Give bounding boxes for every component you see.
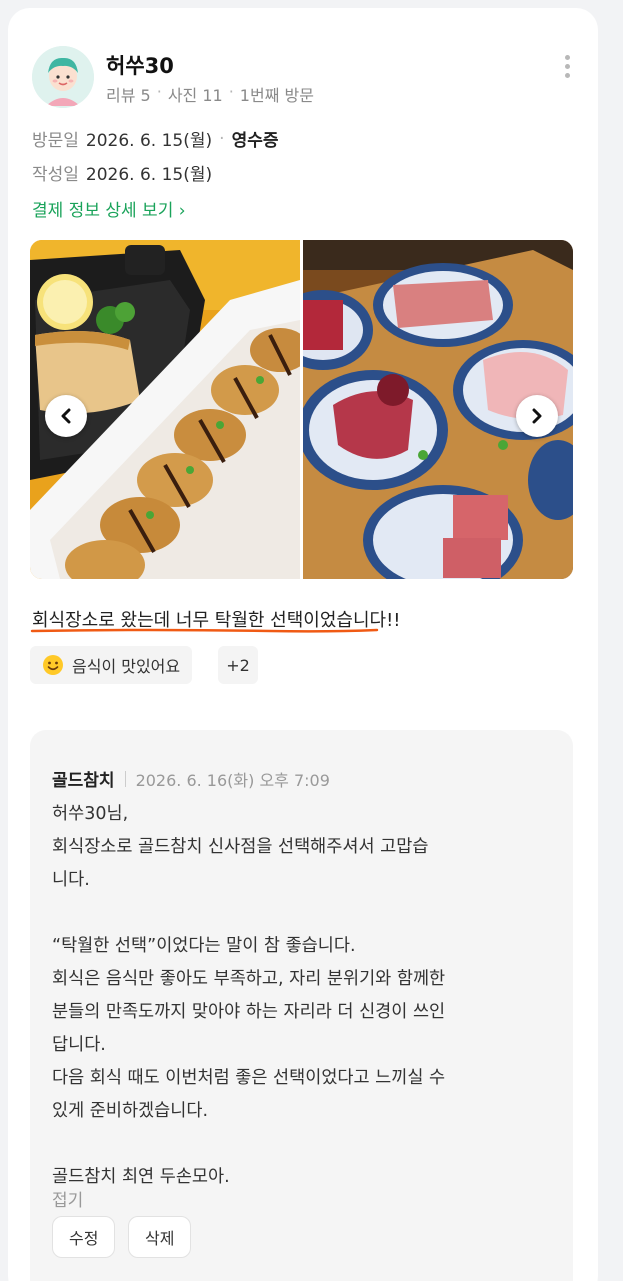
reply-line: 분들의 만족도까지 맞아야 하는 자리라 더 신경이 쓰인	[52, 1002, 446, 1022]
chevron-right-icon	[532, 408, 542, 424]
reply-line: 회식장소로 골드참치 신사점을 선택해주셔서 고맙습	[52, 837, 429, 857]
keyword-tag: 음식이 맛있어요	[30, 646, 193, 684]
photo-carousel[interactable]	[30, 240, 573, 579]
fold-button[interactable]: 접기	[52, 1186, 83, 1211]
chevron-left-icon	[61, 408, 71, 424]
review-count: 리뷰 5	[106, 86, 151, 105]
reply-line: 회식은 음식만 좋아도 부족하고, 자리 분위기와 함께한	[52, 969, 446, 989]
reply-line: 다음 회식 때도 이번처럼 좋은 선택이었다고 느끼실 수	[52, 1068, 446, 1088]
divider	[124, 770, 126, 787]
reply-line	[52, 897, 552, 930]
reply-line: 니다.	[52, 870, 90, 890]
carousel-prev-button[interactable]	[45, 395, 87, 437]
reply-header: 골드참치 2026. 6. 16(화) 오후 7:09	[52, 766, 330, 791]
reply-line: 허쑤30님,	[52, 804, 129, 824]
visit-count: 1번째 방문	[239, 86, 314, 105]
visit-date-label: 방문일	[32, 131, 79, 151]
more-options-icon[interactable]	[556, 52, 578, 80]
carousel-next-button[interactable]	[516, 395, 558, 437]
written-date-label: 작성일	[32, 165, 79, 185]
reply-line: 답니다.	[52, 1035, 106, 1055]
review-card: 허쑤30 리뷰 5 · 사진 11 · 1번째 방문 방문일 2026. 6. …	[8, 8, 598, 1281]
reply-owner-name: 골드참치	[52, 771, 115, 791]
reply-line: 골드참치 최연 두손모아.	[52, 1167, 230, 1187]
reply-date: 2026. 6. 16(화) 오후 7:09	[135, 770, 330, 790]
visit-date: 2026. 6. 15(월)	[85, 131, 213, 151]
edit-button[interactable]: 수정	[52, 1216, 116, 1258]
written-date-row: 작성일 2026. 6. 15(월)	[32, 160, 212, 185]
more-tags-button[interactable]: +2	[218, 646, 258, 684]
delete-button[interactable]: 삭제	[128, 1216, 192, 1258]
text-highlight-underline	[30, 628, 379, 633]
receipt-badge: 영수증	[231, 131, 279, 151]
reply-body: 허쑤30님, 회식장소로 골드참치 신사점을 선택해주셔서 고맙습 니다. “탁…	[52, 798, 552, 1194]
reviewer-stats: 리뷰 5 · 사진 11 · 1번째 방문	[106, 82, 314, 106]
separator-dot: ·	[228, 82, 234, 101]
owner-reply: 골드참치 2026. 6. 16(화) 오후 7:09 허쑤30님, 회식장소로…	[30, 730, 573, 1281]
photo-count: 사진 11	[167, 86, 223, 105]
separator-dot: ·	[219, 128, 225, 149]
reviewer-name[interactable]: 허쑤30	[106, 50, 174, 80]
reply-line: 있게 준비하겠습니다.	[52, 1101, 209, 1121]
visit-date-row: 방문일 2026. 6. 15(월) · 영수증	[32, 126, 279, 152]
written-date: 2026. 6. 15(월)	[85, 165, 213, 185]
smiley-emoji-icon	[43, 655, 63, 675]
keyword-tag-label: 음식이 맛있어요	[72, 657, 181, 676]
separator-dot: ·	[156, 82, 162, 101]
payment-detail-link[interactable]: 결제 정보 상세 보기 ›	[32, 196, 186, 221]
reply-line	[52, 1128, 552, 1161]
reply-line: “탁월한 선택”이었다는 말이 참 좋습니다.	[52, 936, 356, 956]
avatar[interactable]	[32, 46, 94, 108]
